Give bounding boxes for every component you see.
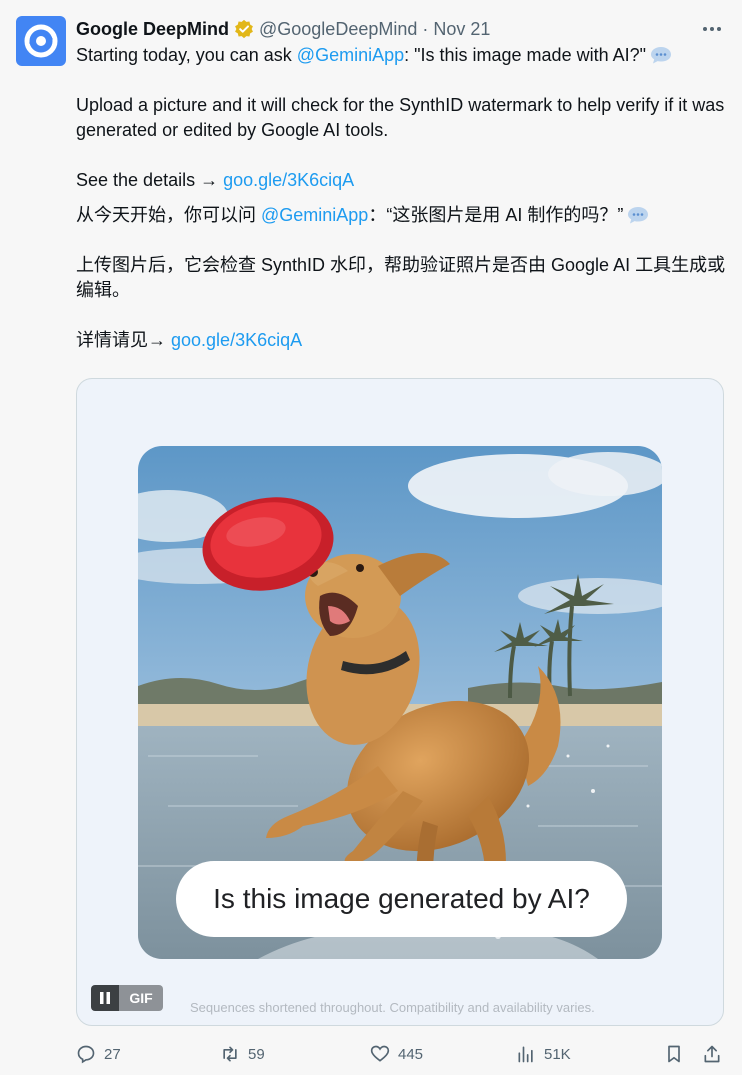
like-count: 445	[398, 1045, 424, 1063]
tweet-zh-line-1: 从今天开始，你可以问 @GeminiApp：“这张图片是用 AI 制作的吗？”	[76, 203, 726, 228]
gif-controls[interactable]: GIF	[91, 985, 163, 1011]
views-button[interactable]: 51K	[516, 1040, 571, 1068]
media-caption: Sequences shortened throughout. Compatib…	[190, 1000, 595, 1015]
text-segment: ：“这张图片是用 AI 制作的吗？”	[368, 205, 624, 225]
verified-badge-icon	[235, 19, 253, 39]
more-options-button[interactable]	[700, 18, 724, 40]
tweet-see-details: See the details → goo.gle/3K6ciqA	[76, 168, 726, 193]
tweet-line-1: Starting today, you can ask @GeminiApp: …	[76, 43, 726, 68]
share-button[interactable]	[702, 1040, 722, 1068]
tweet-paragraph-2: Upload a picture and it will check for t…	[76, 95, 725, 140]
dot-separator: ·	[422, 18, 429, 39]
speech-bubble-emoji-icon	[651, 47, 672, 64]
gif-image[interactable]: Is this image generated by AI?	[138, 446, 662, 959]
ai-question-pill: Is this image generated by AI?	[176, 861, 627, 937]
like-button[interactable]: 445	[370, 1040, 423, 1068]
deepmind-logo-icon	[24, 24, 58, 58]
text-segment: 详情请见→	[76, 330, 172, 350]
mention-link-zh[interactable]: @GeminiApp	[261, 205, 368, 225]
tweet-zh-see-details: 详情请见→ goo.gle/3K6ciqA	[76, 328, 726, 353]
heart-icon	[370, 1045, 390, 1062]
repost-count: 59	[248, 1045, 265, 1063]
tweet-header: Google DeepMind @GoogleDeepMind · Nov 21	[76, 18, 490, 40]
text-segment: Starting today, you can ask	[76, 45, 297, 65]
tweet-zh-paragraph-2: 上传图片后，它会检查 SynthID 水印，帮助验证照片是否由 Google A…	[76, 255, 726, 300]
action-bar: 27 59 445 51K	[0, 1040, 742, 1068]
repost-icon	[223, 1046, 237, 1062]
views-count: 51K	[544, 1045, 571, 1063]
text-segment: : "Is this image made with AI?"	[404, 45, 647, 65]
reply-icon	[77, 1045, 95, 1064]
pause-icon	[100, 992, 110, 1004]
avatar[interactable]	[16, 16, 66, 66]
reply-count: 27	[104, 1045, 121, 1063]
repost-button[interactable]: 59	[220, 1040, 265, 1068]
bookmark-icon	[668, 1045, 680, 1063]
bookmark-button[interactable]	[664, 1040, 684, 1068]
media-card[interactable]: Is this image generated by AI? GIF Seque…	[76, 378, 724, 1026]
mention-link[interactable]: @GeminiApp	[297, 45, 404, 65]
pause-button[interactable]	[91, 985, 119, 1011]
views-chart-icon	[518, 1046, 533, 1063]
speech-bubble-emoji-icon	[628, 207, 649, 224]
reply-button[interactable]: 27	[76, 1040, 121, 1068]
gif-badge: GIF	[119, 985, 163, 1011]
text-segment: 从今天开始，你可以问	[76, 205, 261, 225]
text-segment: See the details →	[76, 170, 224, 190]
more-icon	[703, 27, 721, 31]
author-name[interactable]: Google DeepMind	[76, 19, 229, 40]
author-handle[interactable]: @GoogleDeepMind	[259, 19, 417, 40]
share-icon	[704, 1045, 720, 1063]
details-link-zh[interactable]: goo.gle/3K6ciqA	[171, 330, 302, 350]
details-link[interactable]: goo.gle/3K6ciqA	[223, 170, 354, 190]
post-date[interactable]: Nov 21	[433, 19, 490, 40]
